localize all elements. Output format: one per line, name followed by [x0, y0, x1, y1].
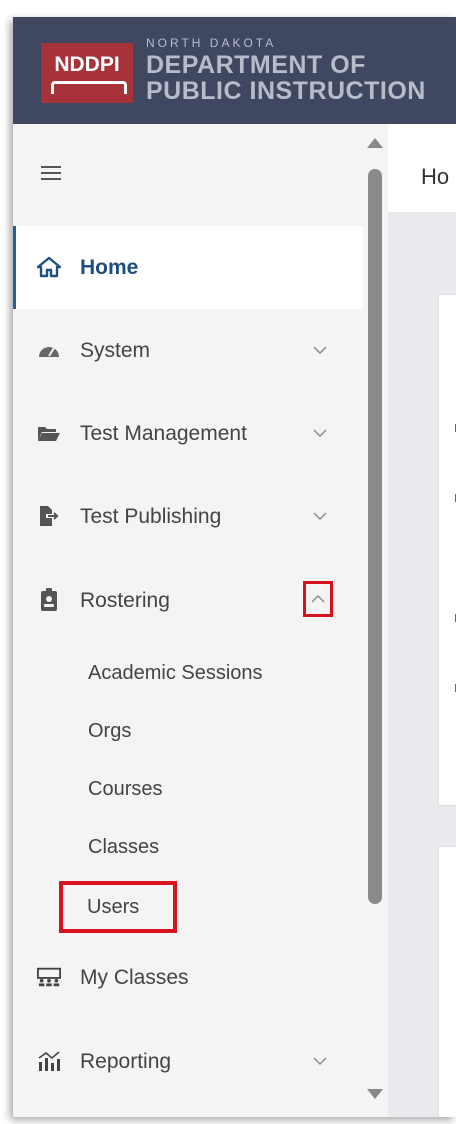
chevron-up-icon[interactable]: [303, 581, 333, 617]
book-icon: [51, 81, 127, 94]
org-name-line1: DEPARTMENT OF: [146, 51, 366, 79]
breadcrumb-bar: Ho: [388, 124, 456, 212]
chevron-down-icon[interactable]: [311, 341, 329, 359]
content-card: [438, 294, 456, 806]
sidebar-item-system[interactable]: System: [13, 309, 363, 392]
main-content: Ho: [388, 124, 456, 1117]
submenu-item-users[interactable]: Users: [59, 881, 177, 933]
sidebar-item-label: My Classes: [80, 966, 189, 989]
classroom-icon: [37, 966, 61, 988]
logo-badge-text: NDDPI: [54, 53, 120, 76]
org-name-line2: PUBLIC INSTRUCTION: [146, 77, 426, 105]
sidebar-item-reporting[interactable]: Reporting: [13, 1020, 363, 1103]
sidebar-item-label: Test Management: [80, 422, 247, 445]
submenu-item-academic-sessions[interactable]: Academic Sessions: [88, 662, 263, 685]
sidebar-item-label: Reporting: [80, 1050, 172, 1073]
chevron-down-icon[interactable]: [311, 507, 329, 525]
gauge-icon: [37, 339, 61, 361]
sidebar-item-my-classes[interactable]: My Classes: [13, 936, 363, 1019]
sidebar-item-test-management[interactable]: Test Management: [13, 392, 363, 475]
sidebar: Home System Test Management Test Publish…: [13, 124, 363, 1117]
sidebar-item-label: Test Publishing: [80, 505, 222, 528]
submenu-item-courses[interactable]: Courses: [88, 778, 162, 801]
home-icon: [37, 256, 61, 278]
submenu-item-classes[interactable]: Classes: [88, 836, 159, 859]
sidebar-item-rostering[interactable]: Rostering: [13, 559, 363, 642]
sidebar-item-label: Rostering: [80, 589, 170, 612]
sidebar-item-label: Home: [80, 256, 139, 279]
nddpi-logo[interactable]: NDDPI: [41, 43, 133, 103]
org-state: NORTH DAKOTA: [146, 36, 277, 50]
id-badge-icon: [37, 588, 61, 611]
sidebar-scrollbar[interactable]: [363, 124, 388, 1117]
page-title: Ho: [421, 164, 450, 189]
sidebar-item-home[interactable]: Home: [13, 226, 363, 309]
chart-icon: [37, 1050, 61, 1072]
menu-toggle-icon[interactable]: [41, 166, 61, 180]
content-card: [438, 846, 456, 1117]
sidebar-item-test-publishing[interactable]: Test Publishing: [13, 475, 363, 558]
scroll-up-arrow-icon[interactable]: [367, 138, 383, 148]
chevron-down-icon[interactable]: [311, 424, 329, 442]
chevron-down-icon[interactable]: [311, 1052, 329, 1070]
file-export-icon: [37, 505, 61, 527]
folder-icon: [37, 422, 61, 444]
scroll-down-arrow-icon[interactable]: [367, 1089, 383, 1099]
header-bar: NDDPI NORTH DAKOTA DEPARTMENT OF PUBLIC …: [13, 17, 456, 124]
scroll-thumb[interactable]: [368, 169, 382, 904]
sidebar-item-label: System: [80, 339, 151, 362]
app-window: NDDPI NORTH DAKOTA DEPARTMENT OF PUBLIC …: [13, 17, 456, 1117]
submenu-item-orgs[interactable]: Orgs: [88, 720, 131, 743]
